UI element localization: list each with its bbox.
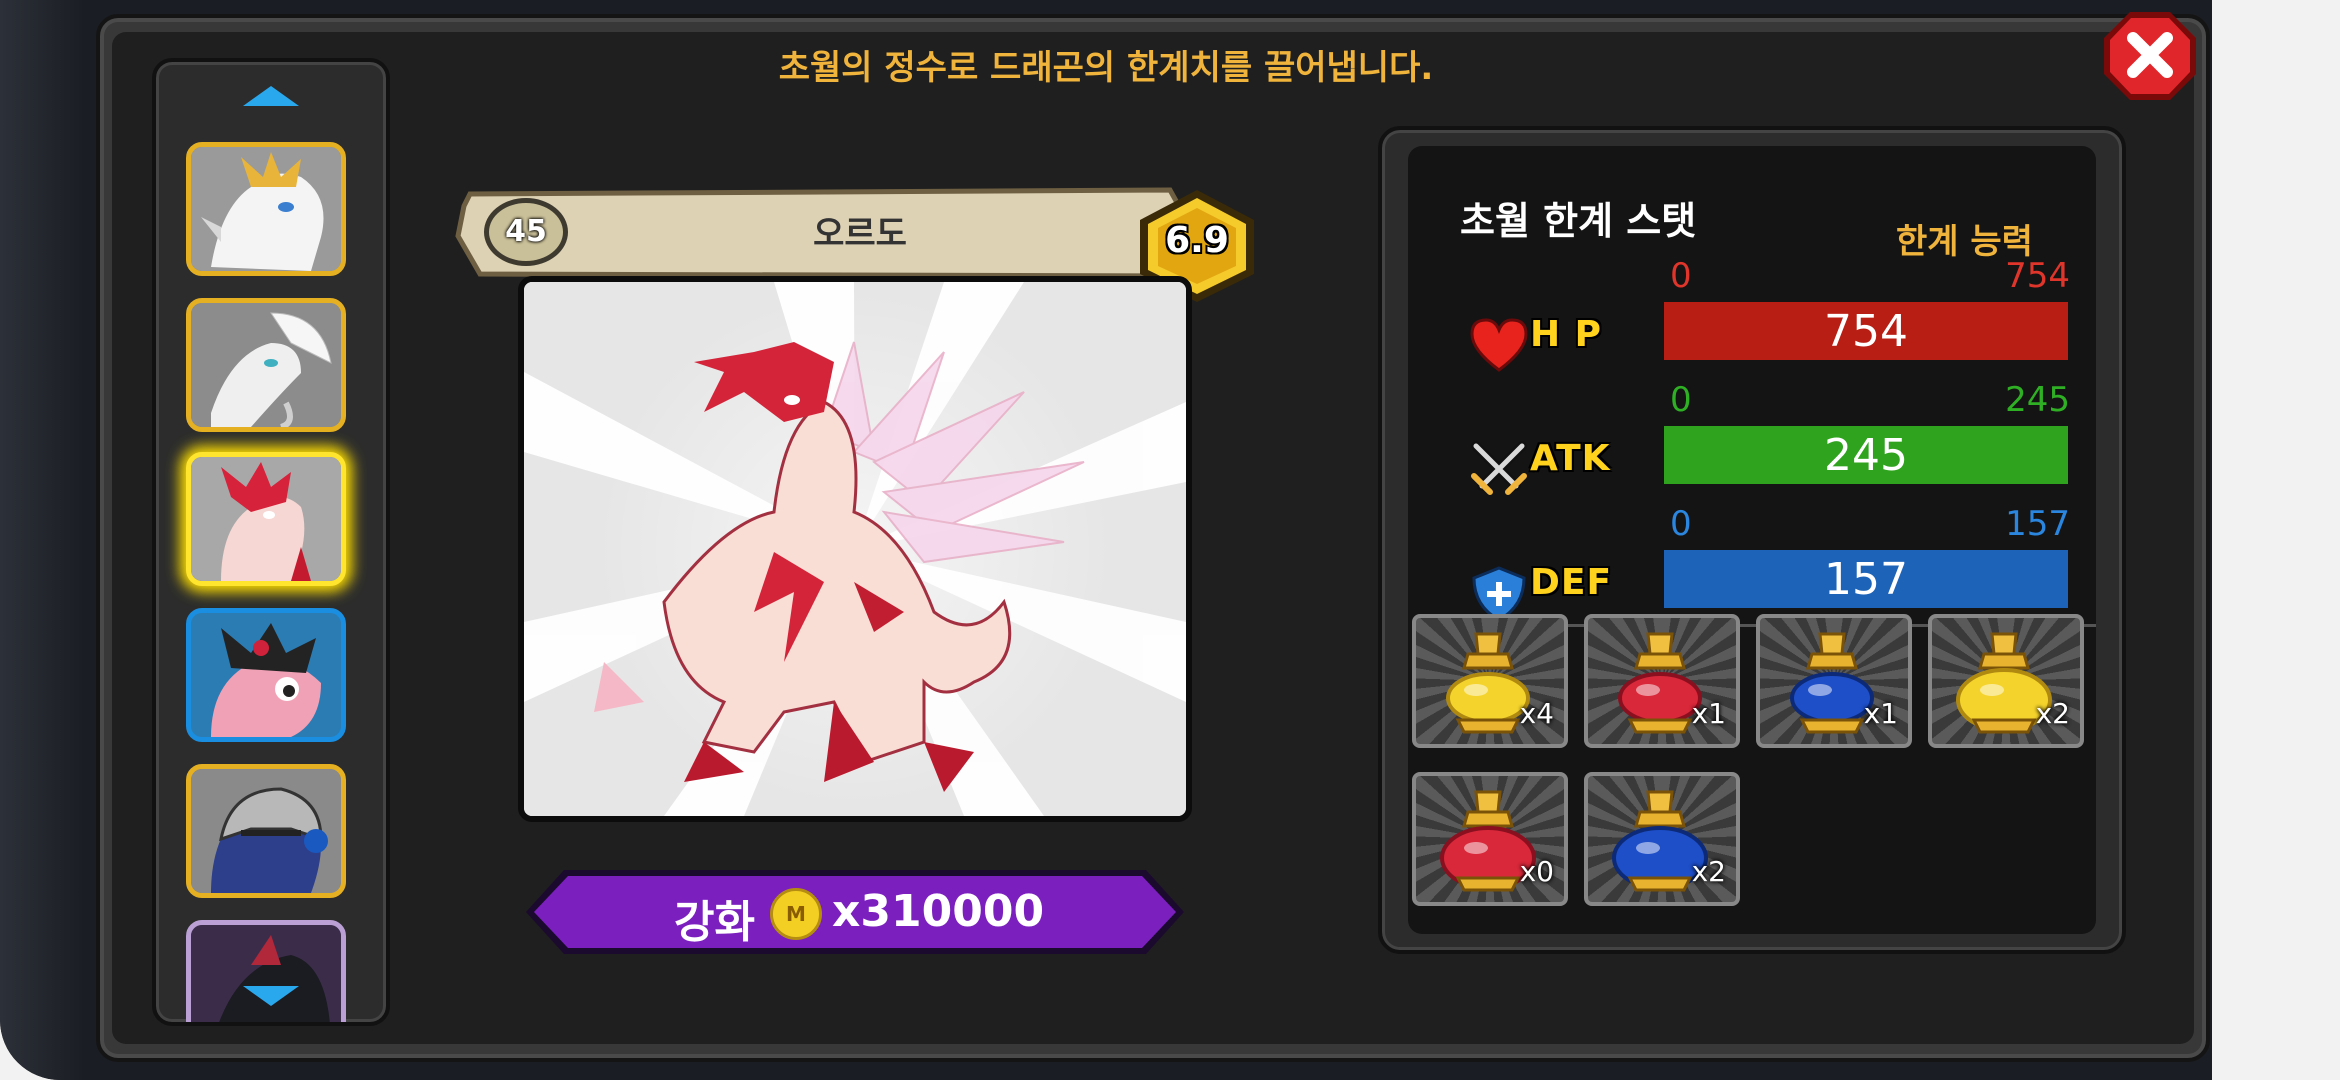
stat-bar: 157 [1664,550,2068,608]
essence-item-blue[interactable]: x1 [1756,614,1912,748]
essence-item-yellow[interactable]: x2 [1928,614,2084,748]
dragon-thumb-3-selected[interactable] [186,452,346,586]
dragon-thumb-6[interactable] [186,920,346,1022]
stat-name: H P [1530,314,1603,355]
stat-name: DEF [1530,562,1613,603]
dragon-list[interactable] [152,58,390,1026]
dragon-thumb-1[interactable] [186,142,346,276]
stat-min: 0 [1670,380,1692,420]
stat-max: 245 [2005,380,2070,420]
enhance-cost: x310000 [832,886,1045,937]
screen: 초월의 정수로 드래곤의 한계치를 끌어냅니다. 45 오르도 6.9 강화 M… [0,0,2212,1080]
stat-value: 245 [1824,430,1908,481]
stat-bar: 754 [1664,302,2068,360]
item-count: x4 [1519,697,1554,730]
pink-black-dragon-icon [191,613,341,737]
dragon-thumb-2[interactable] [186,298,346,432]
coin-icon: M [770,888,822,940]
stat-row-atk: ATK 0 245 245 [1460,380,2070,504]
close-icon [2104,12,2196,100]
white-gold-dragon-icon [191,147,341,271]
armored-blue-dragon-icon [191,769,341,893]
stat-name: ATK [1530,438,1611,479]
white-feather-dragon-icon [191,303,341,427]
dragon-name: 오르도 [813,214,907,254]
stat-max: 754 [2005,256,2070,296]
essence-item-yellow[interactable]: x4 [1412,614,1568,748]
stat-min: 0 [1670,504,1692,544]
stat-row-def: DEF 0 157 157 [1460,504,2070,624]
device-bezel [0,0,82,1080]
grade-value: 6.9 [1165,220,1229,261]
close-button[interactable] [2100,8,2200,104]
item-count: x2 [2035,697,2070,730]
stat-value: 754 [1824,306,1908,357]
essence-item-red[interactable]: x1 [1584,614,1740,748]
item-count: x0 [1519,855,1554,888]
dark-dragon-icon [191,925,341,1022]
essence-item-red[interactable]: x0 [1412,772,1568,906]
dragon-portrait [518,276,1192,822]
level-badge: 45 [484,198,568,266]
pink-crystal-dragon-illustration [524,282,1186,816]
stats-scroll-area[interactable]: 초월 한계 스탯 한계 능력 H P 0 754 754 ATK 0 245 2… [1408,146,2096,624]
scroll-down-arrow-icon[interactable] [241,984,301,1008]
stat-min: 0 [1670,256,1692,296]
stat-bar: 245 [1664,426,2068,484]
essence-item-blue[interactable]: x2 [1584,772,1740,906]
heart-icon [1470,318,1528,372]
stat-row-hp: H P 0 754 754 [1460,256,2070,380]
crossed-swords-icon [1471,441,1527,495]
stat-value: 157 [1824,554,1908,605]
item-count: x1 [1863,697,1898,730]
dragon-thumb-5[interactable] [186,764,346,898]
stats-title: 초월 한계 스탯 [1460,199,1697,243]
scroll-up-arrow-icon[interactable] [241,84,301,108]
enhance-label: 강화 [674,897,755,948]
dragon-thumb-4[interactable] [186,608,346,742]
pink-crystal-dragon-icon [191,457,341,581]
item-count: x1 [1691,697,1726,730]
enhance-button[interactable]: 강화 M x310000 [524,868,1186,956]
stat-max: 157 [2005,504,2070,544]
item-count: x2 [1691,855,1726,888]
